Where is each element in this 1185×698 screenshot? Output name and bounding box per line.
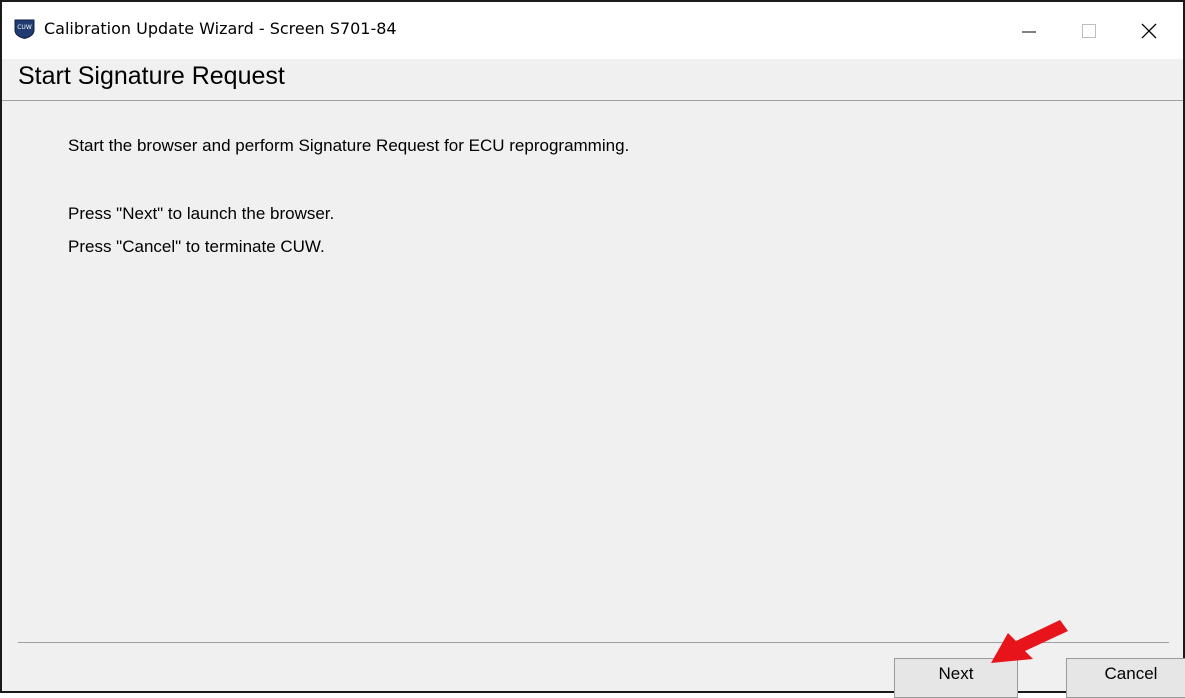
maximize-icon [1082,23,1096,38]
maximize-button [1060,2,1118,59]
cancel-hint-text: Press "Cancel" to terminate CUW. [68,237,325,256]
wizard-header: Start Signature Request [2,59,1183,101]
minimize-icon [1022,31,1036,32]
cuw-icon-text: CUW [17,24,32,31]
title-bar[interactable]: CUW Calibration Update Wizard - Screen S… [2,2,1183,59]
wizard-content: Start the browser and perform Signature … [2,101,1183,640]
close-button[interactable] [1120,2,1178,59]
wizard-window: CUW Calibration Update Wizard - Screen S… [0,0,1185,693]
close-icon [1141,23,1157,38]
page-title: Start Signature Request [18,62,285,90]
window-title: Calibration Update Wizard - Screen S701-… [44,19,397,38]
cuw-shield-icon: CUW [14,19,35,40]
minimize-button[interactable] [1000,2,1058,59]
next-hint-text: Press "Next" to launch the browser. [68,204,335,223]
cancel-button[interactable]: Cancel [1066,658,1185,698]
instruction-text: Start the browser and perform Signature … [68,136,630,155]
red-arrow-annotation [991,620,1068,663]
